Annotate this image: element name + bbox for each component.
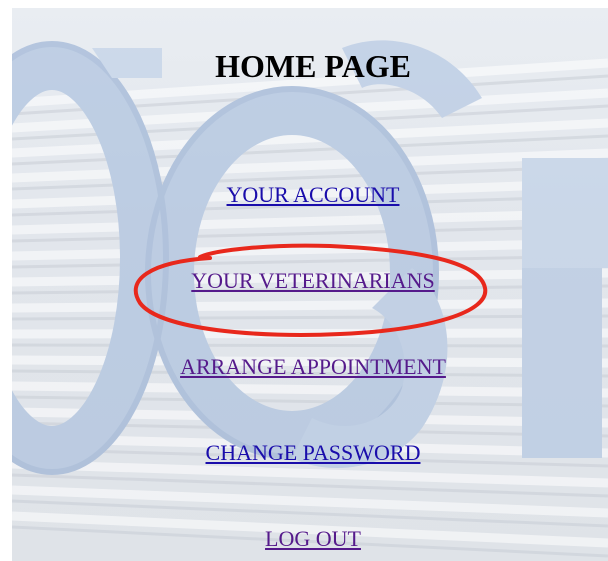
- your-account-link[interactable]: YOUR ACCOUNT: [0, 182, 608, 208]
- your-veterinarians-link[interactable]: YOUR VETERINARIANS: [0, 268, 608, 294]
- arrange-appointment-link[interactable]: ARRANGE APPOINTMENT: [0, 354, 608, 380]
- content: HOME PAGE YOUR ACCOUNT YOUR VETERINARIAN…: [0, 0, 608, 561]
- change-password-link[interactable]: CHANGE PASSWORD: [0, 440, 608, 466]
- page: HOME PAGE YOUR ACCOUNT YOUR VETERINARIAN…: [0, 0, 608, 561]
- page-title: HOME PAGE: [215, 48, 411, 84]
- log-out-link[interactable]: LOG OUT: [0, 526, 608, 552]
